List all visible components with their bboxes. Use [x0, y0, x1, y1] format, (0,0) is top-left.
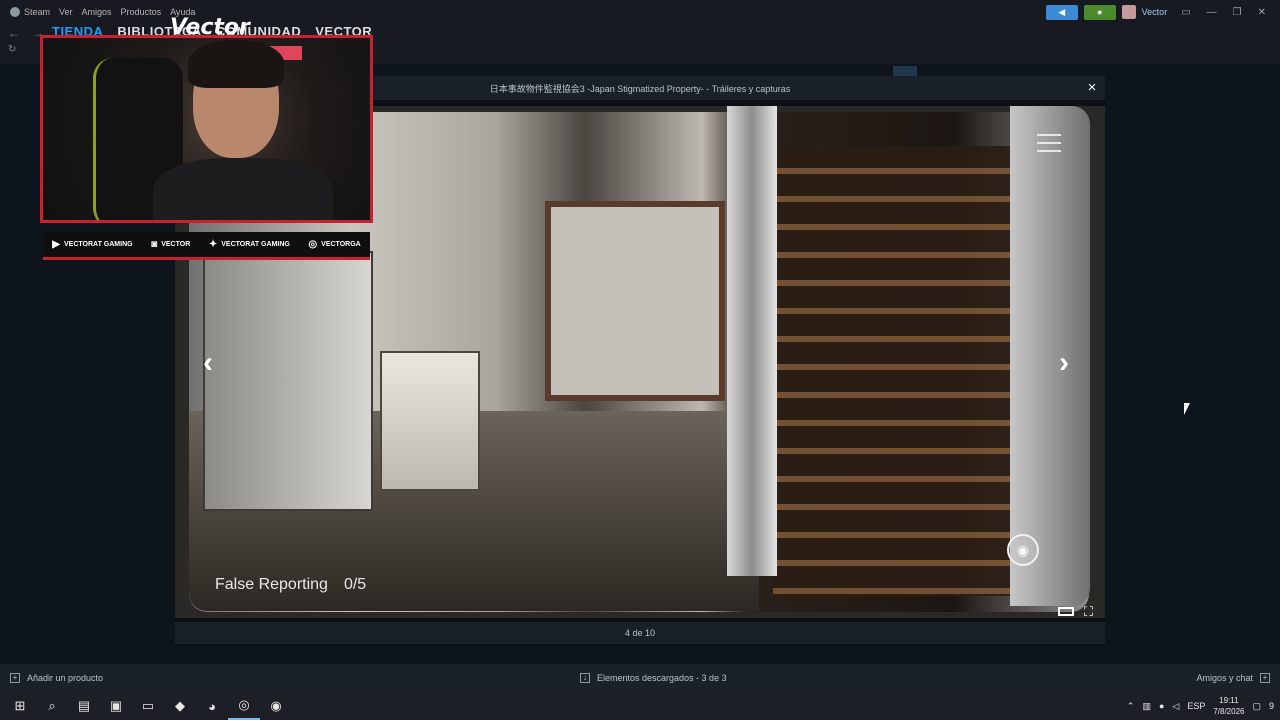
- nav-arrows: ← →: [8, 26, 44, 40]
- minimize-icon[interactable]: —: [1207, 7, 1217, 18]
- view-controls: ⛶: [1057, 604, 1093, 618]
- bell-icon: ●: [1096, 7, 1103, 17]
- youtube-icon: ▶: [52, 239, 60, 250]
- white-appliance: [380, 351, 480, 491]
- notification-count: 9: [1268, 701, 1274, 711]
- streamer-shirt: [153, 158, 333, 220]
- megaphone-icon: ◀: [1058, 6, 1066, 17]
- obs-icon[interactable]: ◉: [260, 692, 292, 720]
- sub-controls: ↻: [8, 44, 16, 55]
- user-menu[interactable]: Vector: [1142, 7, 1168, 17]
- network-icon[interactable]: ▥: [1142, 701, 1151, 712]
- webcam-overlay: [40, 35, 373, 223]
- mouse-cursor-icon: [1184, 403, 1196, 415]
- hud-label: False Reporting: [215, 576, 328, 593]
- twitter-icon: ✦: [208, 239, 218, 250]
- window-controls: ▭ — ❐ ✕: [1181, 7, 1266, 18]
- clock-date: 7/8/2026: [1213, 707, 1245, 716]
- social-text: VECTOR: [161, 241, 191, 248]
- language-indicator[interactable]: ESP: [1187, 701, 1205, 711]
- next-arrow-icon[interactable]: ›: [1059, 346, 1069, 380]
- top-right-controls: ◀ ● Vector ▭ — ❐ ✕: [1045, 4, 1280, 20]
- brave-browser-icon[interactable]: ◆: [164, 692, 196, 720]
- maximize-icon[interactable]: ❐: [1233, 7, 1242, 18]
- hamburger-menu-icon: [1037, 134, 1061, 152]
- twitch-icon: ◙: [151, 239, 158, 250]
- friends-label: Amigos y chat: [1196, 673, 1253, 683]
- open-fridge: [203, 251, 373, 511]
- avatar[interactable]: [1121, 5, 1136, 19]
- widescreen-icon[interactable]: [1057, 607, 1074, 616]
- add-product-button[interactable]: + Añadir un producto: [10, 673, 103, 683]
- downloads-button[interactable]: ↓ Elementos descargados - 3 de 3: [580, 673, 727, 683]
- windows-start-icon[interactable]: ⊞: [4, 692, 36, 720]
- back-doorway: [545, 201, 725, 401]
- back-arrow-icon[interactable]: ←: [8, 26, 20, 40]
- steam-app-icon[interactable]: ◎: [228, 692, 260, 720]
- steam-logo-icon: [10, 7, 20, 17]
- fullscreen-icon[interactable]: ⛶: [1084, 604, 1093, 618]
- social-text: VECTORAT GAMING: [221, 241, 290, 248]
- menu-productos[interactable]: Productos: [121, 7, 162, 17]
- streamer-hair: [188, 40, 284, 88]
- windows-taskbar: ⊞ ⌕ ▤ ▣ ▭ ◆ ◕ ◎ ◉ ⌃ ▥ ● ◁ ESP 19:11 7/8/…: [0, 692, 1280, 720]
- modal-title: 日本事故物件監視協会3 -Japan Stigmatized Property-…: [489, 83, 791, 94]
- prev-arrow-icon[interactable]: ‹: [203, 346, 213, 380]
- reload-icon[interactable]: ↻: [8, 44, 16, 55]
- social-youtube: ▶ VECTORAT GAMING: [52, 239, 132, 250]
- social-text: VECTORGA: [321, 241, 361, 248]
- notifications-button[interactable]: ●: [1083, 4, 1116, 20]
- task-view-icon[interactable]: ▤: [68, 692, 100, 720]
- chat-icon: +: [1260, 673, 1270, 683]
- close-icon[interactable]: ×: [1083, 78, 1101, 98]
- social-instagram: ◎ VECTORGA: [308, 239, 360, 250]
- media-counter: 4 de 10: [175, 622, 1105, 644]
- curtain-center: [727, 106, 777, 576]
- social-twitch: ◙ VECTOR: [151, 239, 190, 250]
- app-icon[interactable]: ▣: [100, 692, 132, 720]
- clock-time: 19:11: [1219, 696, 1239, 705]
- file-explorer-icon[interactable]: ▭: [132, 692, 164, 720]
- search-icon[interactable]: ⌕: [36, 692, 68, 720]
- clock[interactable]: 19:11 7/8/2026: [1213, 695, 1244, 717]
- brand-logo: Vector: [170, 15, 250, 40]
- add-product-label: Añadir un producto: [27, 673, 104, 683]
- menu-ver[interactable]: Ver: [59, 7, 73, 17]
- social-twitter: ✦ VECTORAT GAMING: [209, 239, 290, 250]
- big-picture-icon[interactable]: ▭: [1181, 7, 1190, 18]
- steam-bottom-bar: + Añadir un producto ↓ Elementos descarg…: [0, 664, 1280, 692]
- game-hud: False Reporting 0/5: [215, 576, 366, 594]
- notifications-icon[interactable]: ▢: [1252, 701, 1261, 712]
- menu-amigos[interactable]: Amigos: [82, 7, 112, 17]
- screen: Steam Ver Amigos Productos Ayuda ◀ ● Vec…: [0, 0, 1280, 720]
- plus-icon: +: [10, 673, 20, 683]
- instagram-icon: ◎: [308, 239, 318, 250]
- hud-progress: 0/5: [343, 576, 367, 593]
- eye-icon: ◉: [1007, 534, 1039, 566]
- discord-icon[interactable]: ◕: [196, 692, 228, 720]
- download-icon: ↓: [580, 673, 590, 683]
- burnt-shelves: [773, 146, 1033, 596]
- close-window-icon[interactable]: ✕: [1258, 7, 1266, 18]
- downloads-label: Elementos descargados - 3 de 3: [597, 673, 727, 683]
- curtain-right: [1010, 106, 1090, 606]
- social-banner: ▶ VECTORAT GAMING ◙ VECTOR ✦ VECTORAT GA…: [43, 232, 370, 260]
- system-tray: ⌃ ▥ ● ◁ ESP 19:11 7/8/2026 ▢ 9: [1127, 692, 1274, 720]
- taskbar-apps: ⊞ ⌕ ▤ ▣ ▭ ◆ ◕ ◎ ◉: [4, 692, 292, 720]
- friends-chat-button[interactable]: Amigos y chat +: [1196, 673, 1270, 683]
- menu-steam[interactable]: Steam: [24, 7, 50, 17]
- chevron-up-icon[interactable]: ⌃: [1127, 701, 1135, 712]
- broadcast-button[interactable]: ◀: [1045, 4, 1078, 20]
- microphone-icon[interactable]: ●: [1159, 701, 1164, 711]
- social-text: VECTORAT GAMING: [64, 241, 133, 248]
- volume-icon[interactable]: ◁: [1172, 701, 1179, 712]
